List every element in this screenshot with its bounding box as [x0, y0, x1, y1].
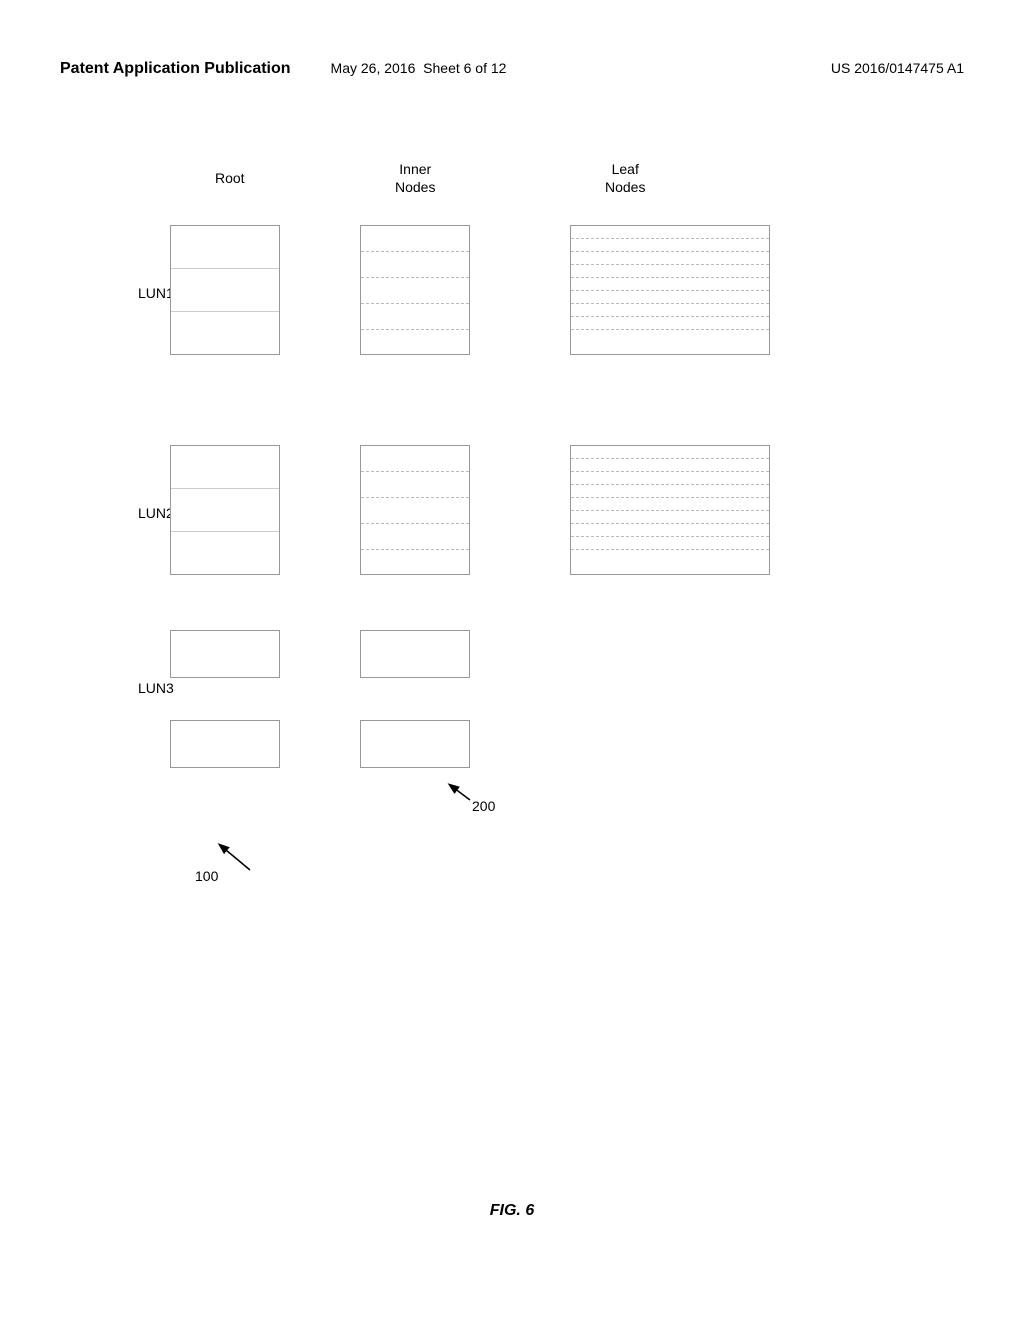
lun2-label: LUN2: [138, 505, 174, 521]
col-label-leaf: LeafNodes: [605, 160, 645, 196]
col-label-root: Root: [215, 170, 245, 186]
lun1-leaf-lines: [571, 226, 769, 354]
lun3-label: LUN3: [138, 680, 174, 696]
lun1-leaf-box: [570, 225, 770, 355]
lun2-leaf-lines: [571, 446, 769, 574]
ref100-label: 100: [195, 868, 218, 884]
lun3-inner-top-box: [360, 630, 470, 678]
lun1-inner-lines: [361, 226, 469, 354]
figure-caption: FIG. 6: [0, 1202, 1024, 1220]
col-label-inner: InnerNodes: [395, 160, 435, 196]
lun2-leaf-box: [570, 445, 770, 575]
lun3-root-bottom-box: [170, 720, 280, 768]
lun2-root-box: [170, 445, 280, 575]
header: Patent Application Publication May 26, 2…: [60, 60, 964, 78]
lun3-inner-bottom-box: [360, 720, 470, 768]
ref200-label: 200: [472, 798, 495, 814]
header-patent: US 2016/0147475 A1: [831, 60, 964, 76]
ref200-arrow: 200: [450, 780, 530, 835]
lun1-inner-box: [360, 225, 470, 355]
diagram: Root InnerNodes LeafNodes LUN1: [60, 160, 964, 1140]
lun2-inner-box: [360, 445, 470, 575]
header-date: May 26, 2016 Sheet 6 of 12: [331, 60, 507, 76]
lun1-label: LUN1: [138, 285, 174, 301]
lun2-inner-lines: [361, 446, 469, 574]
page: Patent Application Publication May 26, 2…: [0, 0, 1024, 1320]
lun1-root-box: [170, 225, 280, 355]
lun3-root-top-box: [170, 630, 280, 678]
header-title: Patent Application Publication: [60, 60, 291, 78]
ref100-arrow: 100: [210, 840, 290, 895]
